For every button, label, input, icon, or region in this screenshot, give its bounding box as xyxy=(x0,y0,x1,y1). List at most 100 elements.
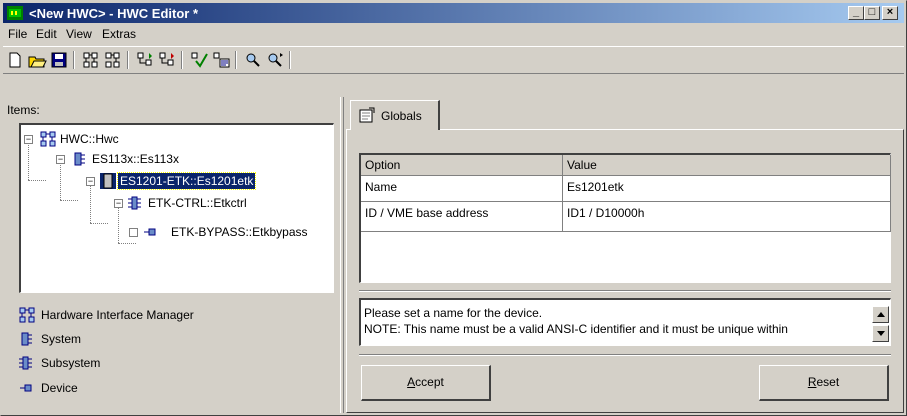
grid-cell-value[interactable]: ID1 / D10000h xyxy=(563,202,891,232)
help-line-1: Please set a name for the device. xyxy=(364,306,543,320)
main-window: <New HWC> - HWC Editor * _ □ × File Edit… xyxy=(0,0,907,416)
divider xyxy=(359,354,891,356)
tab-globals[interactable]: Globals xyxy=(350,100,440,130)
accept-button[interactable]: Accept xyxy=(361,365,491,401)
system-icon xyxy=(74,152,85,166)
accept-mnemonic: A xyxy=(407,375,416,389)
help-text-box[interactable]: Please set a name for the device. NOTE: … xyxy=(359,298,891,346)
add-hw-button[interactable] xyxy=(81,51,101,69)
menu-edit[interactable]: Edit xyxy=(36,27,57,41)
toolbar-separator xyxy=(181,51,183,69)
new-button[interactable] xyxy=(5,51,25,69)
tree-line xyxy=(118,243,136,244)
toolbar-separator xyxy=(289,51,291,69)
reset-button[interactable]: Reset xyxy=(759,365,889,401)
import-button[interactable] xyxy=(135,51,155,69)
add-hw-icon xyxy=(83,52,98,68)
menu-view[interactable]: View xyxy=(66,27,92,41)
leaf-box-icon xyxy=(129,228,138,237)
tree-line xyxy=(60,200,78,201)
compile-button[interactable] xyxy=(211,51,231,69)
close-icon: × xyxy=(886,6,894,18)
legend-label: Device xyxy=(41,381,78,395)
find-icon xyxy=(246,53,260,67)
close-button[interactable]: × xyxy=(882,6,898,20)
export-icon xyxy=(159,52,174,66)
toolbar-separator xyxy=(235,51,237,69)
legend-label: Subsystem xyxy=(41,356,101,370)
remove-hw-icon xyxy=(105,52,120,68)
device-icon xyxy=(144,228,156,236)
tree-item-label: ES1201-ETK::Es1201etk xyxy=(116,172,257,190)
new-icon xyxy=(9,52,21,68)
subsystem-icon xyxy=(19,356,32,370)
divider xyxy=(359,290,891,292)
toolbar-separator xyxy=(127,51,129,69)
tree-line xyxy=(28,180,46,181)
tab-label: Globals xyxy=(381,109,422,123)
grid-cell-option: Name xyxy=(361,176,563,202)
help-line-2: NOTE: This name must be a valid ANSI-C i… xyxy=(364,322,788,336)
arrow-down-icon xyxy=(877,331,885,336)
save-icon xyxy=(51,52,67,68)
save-button[interactable] xyxy=(49,51,69,69)
hardware-interface-manager-icon xyxy=(40,131,56,147)
check-button[interactable] xyxy=(189,51,209,69)
minimize-button[interactable]: _ xyxy=(848,6,864,20)
grid-cell-option: ID / VME base address xyxy=(361,202,563,232)
device-icon xyxy=(20,384,32,392)
tree-line xyxy=(90,223,108,224)
open-icon xyxy=(28,56,47,68)
remove-hw-button[interactable] xyxy=(103,51,123,69)
tree-item-label: ES113x::Es113x xyxy=(92,152,179,166)
tree-item-label: ETK-CTRL::Etkctrl xyxy=(148,196,247,210)
title-bar[interactable]: <New HWC> - HWC Editor * _ □ × xyxy=(3,3,904,23)
menu-file[interactable]: File xyxy=(8,27,27,41)
app-icon xyxy=(7,6,23,20)
collapse-icon[interactable]: − xyxy=(86,177,95,186)
collapse-icon[interactable]: − xyxy=(24,135,33,144)
find-next-icon xyxy=(268,53,283,67)
toolbar xyxy=(3,46,904,74)
menu-bar: File Edit View Extras xyxy=(3,24,904,44)
collapse-icon[interactable]: − xyxy=(56,155,65,164)
tree-item-label: HWC::Hwc xyxy=(60,132,119,146)
tree-line xyxy=(28,142,29,180)
reset-label: eset xyxy=(816,375,840,389)
find-next-button[interactable] xyxy=(265,51,285,69)
check-icon xyxy=(191,52,208,68)
module-icon xyxy=(100,173,116,189)
hardware-interface-manager-icon xyxy=(19,307,35,323)
subsystem-icon xyxy=(128,196,141,210)
items-tree[interactable]: − HWC::Hwc − ES113x::Es113x − ES1201-ETK… xyxy=(19,123,334,293)
tree-item-label: ETK-BYPASS::Etkbypass xyxy=(171,225,308,239)
tree-line xyxy=(60,162,61,200)
globals-icon xyxy=(359,107,375,123)
compile-icon xyxy=(213,52,230,68)
items-label: Items: xyxy=(7,103,40,117)
collapse-icon[interactable]: − xyxy=(114,199,123,208)
arrow-up-icon xyxy=(877,312,885,317)
minimize-icon: _ xyxy=(852,6,860,18)
legend-label: Hardware Interface Manager xyxy=(41,308,194,322)
maximize-icon: □ xyxy=(868,6,876,18)
grid-cell-value[interactable]: Es1201etk xyxy=(563,176,891,202)
find-button[interactable] xyxy=(243,51,263,69)
tree-line xyxy=(118,205,119,243)
maximize-button[interactable]: □ xyxy=(864,6,880,20)
open-button[interactable] xyxy=(27,51,47,69)
column-header-value[interactable]: Value xyxy=(563,155,891,176)
pane-splitter[interactable] xyxy=(340,97,344,413)
menu-extras[interactable]: Extras xyxy=(102,27,136,41)
toolbar-separator xyxy=(73,51,75,69)
export-button[interactable] xyxy=(157,51,177,69)
legend-label: System xyxy=(41,332,82,346)
scroll-down-button[interactable] xyxy=(872,325,889,342)
import-icon xyxy=(137,52,152,66)
accept-label: ccept xyxy=(415,375,444,389)
scroll-up-button[interactable] xyxy=(872,306,889,323)
options-grid[interactable]: Option Value Name Es1201etk ID / VME bas… xyxy=(359,153,891,283)
system-icon xyxy=(21,332,32,346)
window-title: <New HWC> - HWC Editor * xyxy=(29,6,199,21)
column-header-option[interactable]: Option xyxy=(361,155,563,176)
